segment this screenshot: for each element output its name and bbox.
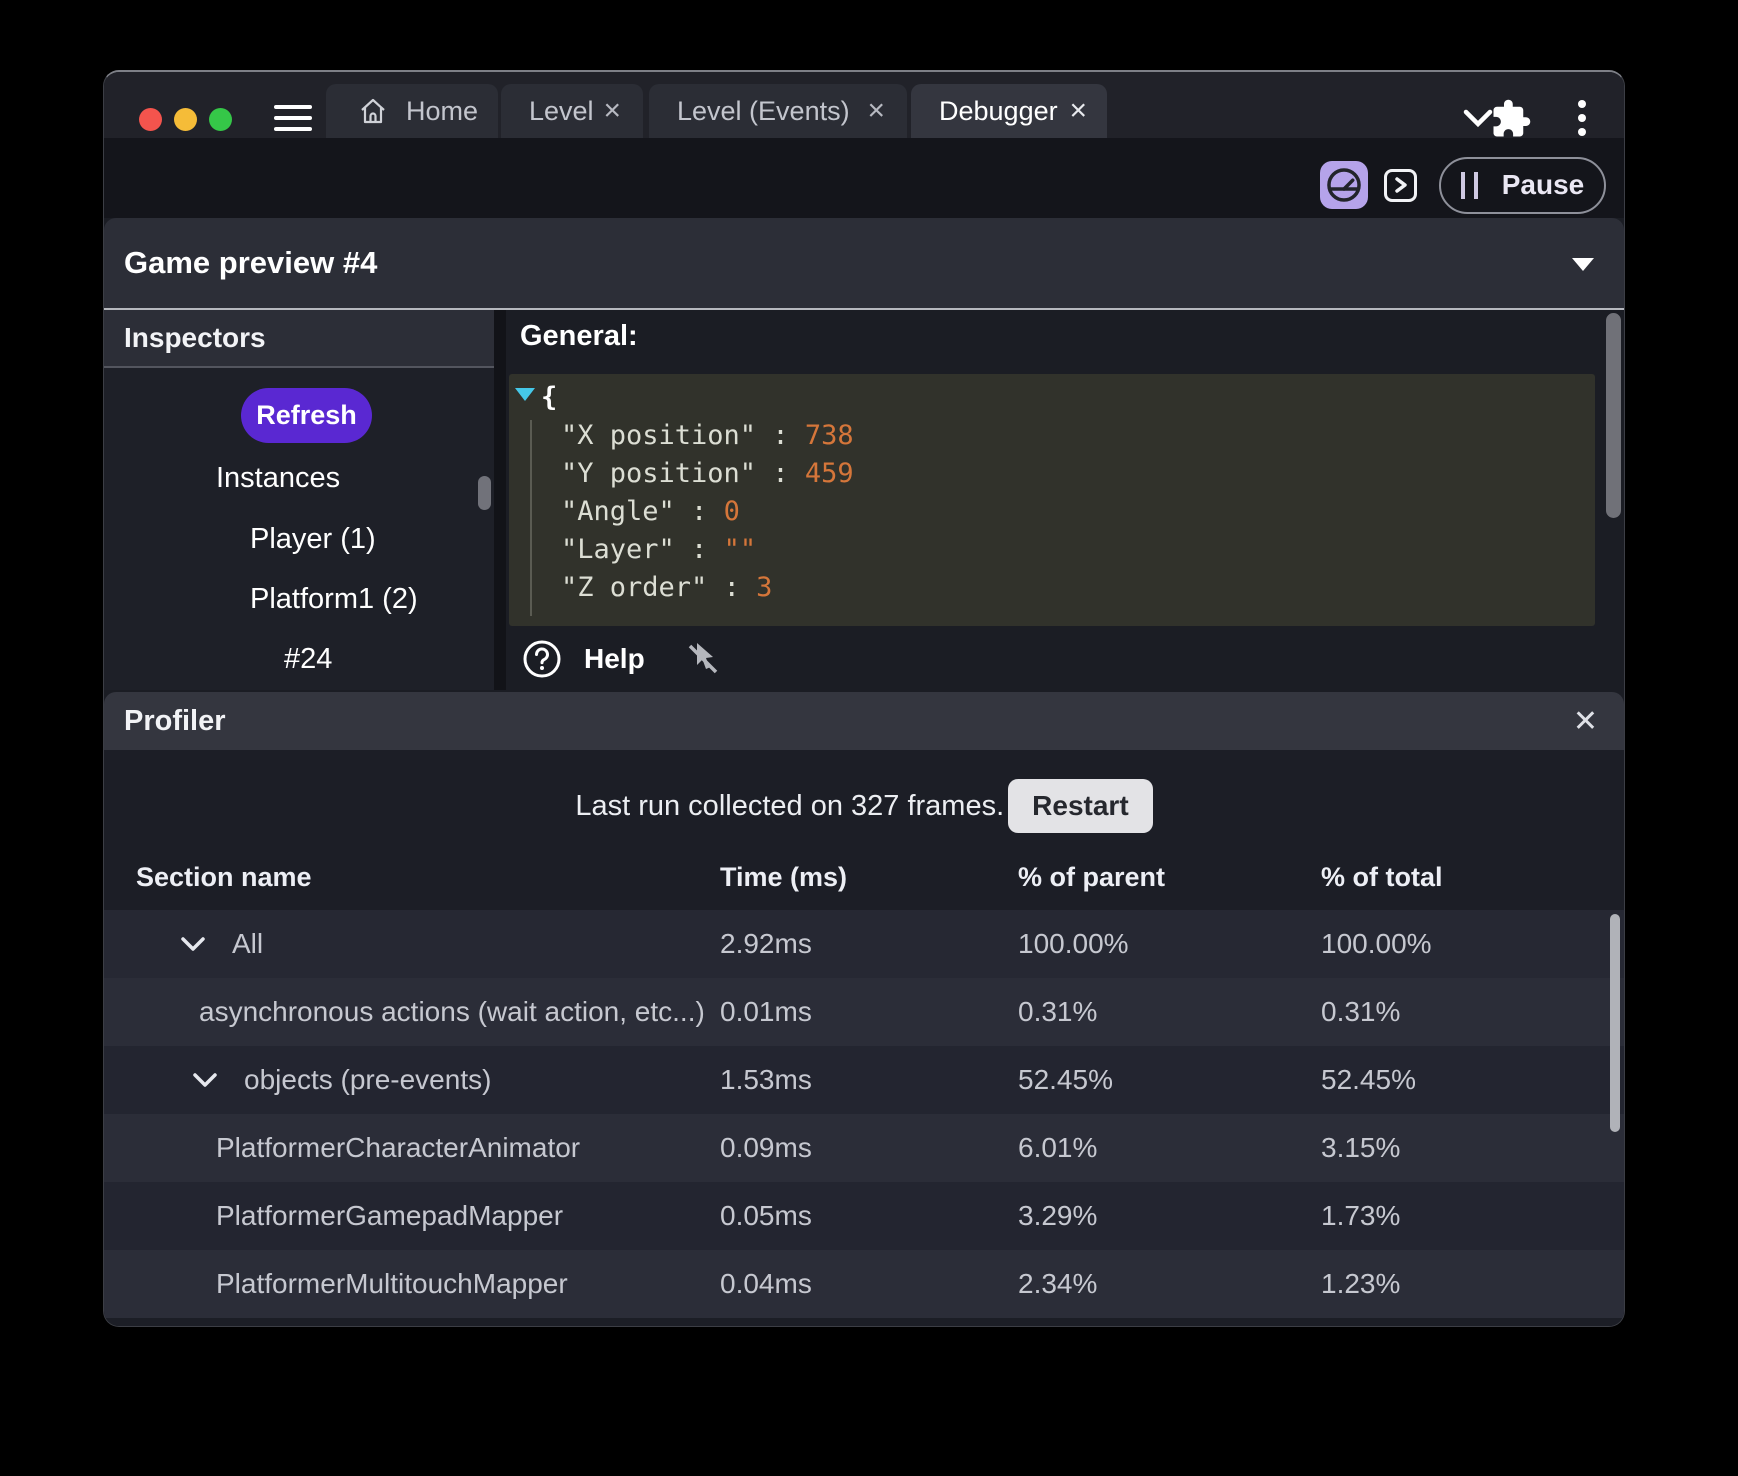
game-preview-header[interactable]: Game preview #4 [104, 218, 1624, 310]
inspector-item-platform1[interactable]: Platform1 (2) [250, 583, 418, 616]
menu-icon[interactable] [274, 104, 312, 134]
inspectors-title: Inspectors [104, 322, 266, 354]
pause-icon [1461, 172, 1478, 199]
inspectors-list: Refresh Instances Player (1) Platform1 (… [104, 368, 494, 690]
inspector-item-instance-24[interactable]: #24 [284, 643, 332, 676]
json-value: 3 [756, 572, 772, 603]
zoom-window-button[interactable] [209, 108, 232, 131]
inspector-item-player[interactable]: Player (1) [250, 523, 376, 556]
json-line: "Layer" : "" [561, 534, 756, 565]
profiler-toggle-button[interactable] [1320, 161, 1368, 209]
pause-label: Pause [1502, 169, 1585, 201]
tab-label: Level (Events) [671, 96, 856, 127]
inspector-content: Inspectors Refresh Instances Player (1) … [104, 310, 1624, 690]
tab-bar: Home Level × Level (Events) × Debugger × [104, 72, 1624, 138]
gauge-icon [1325, 166, 1363, 204]
table-row[interactable]: PlatformerMultitouchMapper 0.04ms 2.34% … [104, 1250, 1624, 1318]
close-window-button[interactable] [139, 108, 162, 131]
debugger-toolbar: Pause [104, 138, 1624, 218]
json-line: "Y position" : 459 [561, 458, 854, 489]
inspectors-panel: Inspectors Refresh Instances Player (1) … [104, 310, 494, 690]
column-time: Time (ms) [720, 862, 1018, 893]
column-percent-total: % of total [1321, 862, 1624, 893]
close-icon[interactable]: × [600, 96, 626, 126]
expand-triangle-icon[interactable] [515, 388, 535, 401]
chevron-down-icon[interactable] [180, 936, 206, 952]
panel-divider [494, 310, 506, 690]
inspector-item-instances[interactable]: Instances [216, 462, 340, 495]
extensions-puzzle-icon[interactable] [1490, 98, 1532, 140]
pick-instance-disabled-icon[interactable] [683, 639, 723, 679]
pause-button[interactable]: Pause [1439, 157, 1606, 214]
tab-label: Level [523, 96, 600, 127]
profiler-section: Profiler ✕ Last run collected on 327 fra… [104, 692, 1624, 1326]
close-icon[interactable]: × [863, 96, 889, 126]
table-row[interactable]: asynchronous actions (wait action, etc..… [104, 978, 1624, 1046]
tab-home[interactable]: Home [326, 84, 498, 138]
json-value: 0 [724, 496, 740, 527]
json-line: "X position" : 738 [561, 420, 854, 451]
table-row[interactable]: All 2.92ms 100.00% 100.00% [104, 910, 1624, 978]
console-button[interactable] [1384, 169, 1417, 202]
help-label[interactable]: Help [584, 643, 645, 675]
help-row: Help [522, 636, 723, 682]
general-title: General: [520, 320, 638, 353]
home-icon [358, 96, 388, 126]
tab-level[interactable]: Level × [501, 84, 643, 138]
column-section-name: Section name [104, 862, 720, 893]
desktop: Home Level × Level (Events) × Debugger × [0, 0, 1738, 1476]
table-row[interactable]: PlatformerCharacterAnimator 0.09ms 6.01%… [104, 1114, 1624, 1182]
indent-guide [530, 420, 532, 616]
profiler-table-header: Section name Time (ms) % of parent % of … [104, 844, 1624, 910]
json-value: 459 [805, 458, 854, 489]
profiler-status-text: Last run collected on 327 frames. [575, 790, 1004, 823]
profiler-title: Profiler [104, 705, 226, 738]
json-value: 738 [805, 420, 854, 451]
collapse-triangle-icon[interactable] [1572, 258, 1594, 271]
close-icon[interactable]: ✕ [1573, 704, 1624, 739]
tab-label: Debugger [933, 96, 1064, 127]
inspectors-scrollbar[interactable] [478, 476, 491, 510]
debugger-window: Home Level × Level (Events) × Debugger × [103, 70, 1625, 1327]
general-scrollbar[interactable] [1606, 313, 1621, 518]
help-icon[interactable] [522, 639, 562, 679]
column-percent-parent: % of parent [1018, 862, 1321, 893]
profiler-body: Last run collected on 327 frames. Restar… [104, 750, 1624, 1326]
tab-label: Home [400, 96, 484, 127]
minimize-window-button[interactable] [174, 108, 197, 131]
chevron-right-icon [1392, 175, 1410, 195]
inspectors-header: Inspectors [104, 310, 494, 368]
restart-button[interactable]: Restart [1008, 779, 1152, 833]
json-viewer: { "X position" : 738 "Y position" : 459 … [509, 374, 1595, 626]
json-line: "Z order" : 3 [561, 572, 772, 603]
game-preview-title: Game preview #4 [104, 245, 377, 281]
json-line: "Angle" : 0 [561, 496, 740, 527]
json-open-brace: { [541, 382, 557, 413]
json-value: "" [724, 534, 757, 565]
tab-level-events[interactable]: Level (Events) × [649, 84, 907, 138]
close-icon[interactable]: × [1065, 96, 1091, 126]
profiler-header: Profiler ✕ [104, 692, 1624, 750]
profiler-status-row: Last run collected on 327 frames. Restar… [104, 768, 1624, 844]
refresh-button[interactable]: Refresh [241, 388, 372, 443]
chevron-down-icon[interactable] [192, 1072, 218, 1088]
kebab-menu-icon[interactable] [1577, 100, 1587, 140]
table-row[interactable]: objects (pre-events) 1.53ms 52.45% 52.45… [104, 1046, 1624, 1114]
tab-debugger[interactable]: Debugger × [911, 84, 1107, 138]
general-panel: General: { "X position" : 738 "Y positio… [506, 310, 1624, 690]
profiler-scrollbar[interactable] [1610, 914, 1620, 1132]
table-row[interactable]: PlatformerGamepadMapper 0.05ms 3.29% 1.7… [104, 1182, 1624, 1250]
